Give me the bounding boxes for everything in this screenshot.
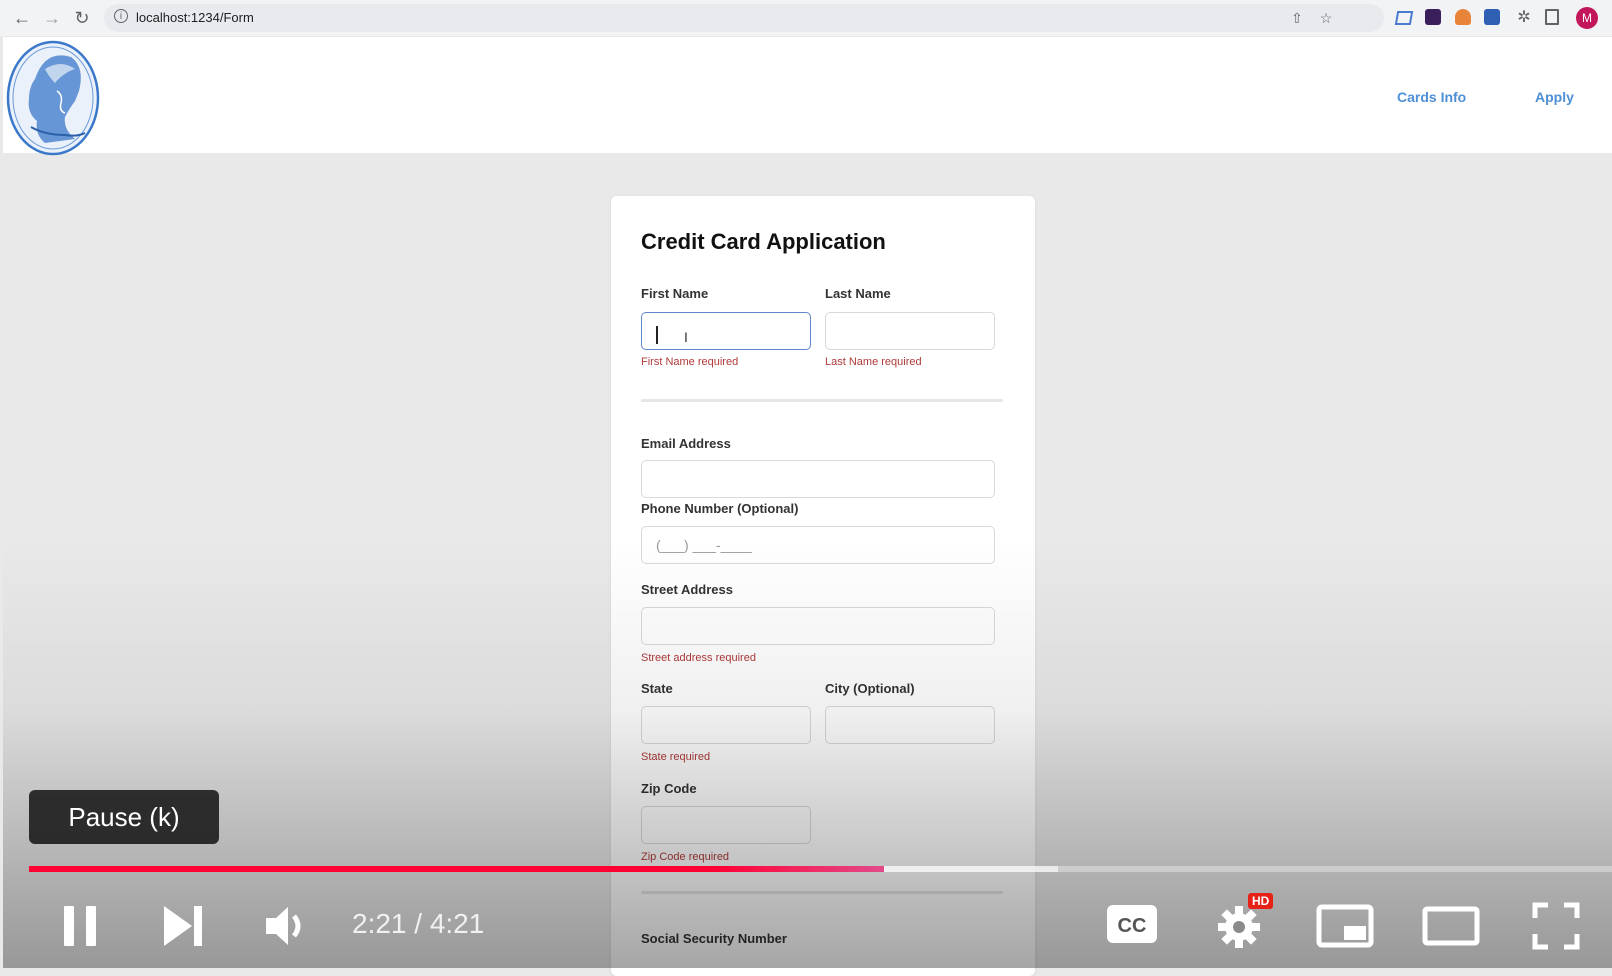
application-form-card: Credit Card Application First Name I Fir… xyxy=(611,196,1035,976)
last-name-label: Last Name xyxy=(825,286,891,301)
last-name-error: Last Name required xyxy=(825,356,922,368)
video-time: 2:21 / 4:21 xyxy=(352,908,485,939)
settings-gear-icon[interactable] xyxy=(1216,904,1262,950)
forward-arrow-icon[interactable]: → xyxy=(41,7,63,29)
side-panel-icon[interactable] xyxy=(1545,9,1559,25)
zip-label: Zip Code xyxy=(641,781,697,796)
extension-purple-icon[interactable] xyxy=(1425,9,1441,25)
pause-icon[interactable] xyxy=(60,902,100,950)
first-name-error: First Name required xyxy=(641,356,739,368)
extension-orange-icon[interactable] xyxy=(1455,9,1471,25)
progress-played xyxy=(29,866,884,872)
fullscreen-icon[interactable] xyxy=(1532,902,1580,950)
city-input[interactable] xyxy=(825,706,995,744)
browser-toolbar: ← → ↻ i localhost:1234/Form ⇧ ☆ ✲ M xyxy=(0,0,1612,36)
site-header: Cards Info Apply xyxy=(3,37,1612,156)
first-name-label: First Name xyxy=(641,286,709,301)
zip-input[interactable] xyxy=(641,806,811,844)
street-label: Street Address xyxy=(641,582,733,597)
text-caret xyxy=(656,326,658,344)
street-input[interactable] xyxy=(641,607,995,645)
extensions-puzzle-icon[interactable]: ✲ xyxy=(1513,7,1535,29)
state-error: State required xyxy=(641,751,711,763)
address-bar[interactable]: i localhost:1234/Form ⇧ ☆ xyxy=(104,4,1384,32)
site-info-icon[interactable]: i xyxy=(114,9,128,23)
street-error: Street address required xyxy=(641,652,756,664)
next-video-icon[interactable] xyxy=(160,904,206,948)
email-label: Email Address xyxy=(641,436,731,451)
phone-input[interactable] xyxy=(641,526,995,564)
nav-link-cards-info[interactable]: Cards Info xyxy=(1397,89,1466,105)
bookmark-star-icon[interactable]: ☆ xyxy=(1317,9,1335,27)
section-divider xyxy=(641,399,1003,402)
svg-text:CC: CC xyxy=(1118,915,1147,937)
state-input[interactable] xyxy=(641,706,811,744)
miniplayer-icon[interactable] xyxy=(1316,904,1374,948)
ibeam-cursor-icon: I xyxy=(684,329,688,345)
video-progress-bar[interactable] xyxy=(29,866,1612,872)
hd-badge: HD xyxy=(1248,893,1274,909)
nav-link-apply[interactable]: Apply xyxy=(1535,89,1574,105)
ssn-label: Social Security Number xyxy=(641,931,787,946)
extension-go-icon[interactable] xyxy=(1484,9,1500,25)
form-title: Credit Card Application xyxy=(641,229,886,254)
first-name-input[interactable] xyxy=(641,312,811,350)
theater-mode-icon[interactable] xyxy=(1422,906,1480,946)
section-divider-2 xyxy=(641,891,1003,894)
zip-error: Zip Code required xyxy=(641,851,730,863)
reload-icon[interactable]: ↻ xyxy=(71,7,93,29)
phone-label: Phone Number (Optional) xyxy=(641,501,799,516)
extension-drive-icon[interactable] xyxy=(1394,11,1414,25)
centurion-logo[interactable] xyxy=(5,39,101,157)
captions-icon[interactable]: CC xyxy=(1106,904,1158,944)
pause-tooltip: Pause (k) xyxy=(29,790,219,844)
page: Cards Info Apply Credit Card Application… xyxy=(3,37,1612,976)
last-name-input[interactable] xyxy=(825,312,995,350)
url-text: localhost:1234/Form xyxy=(136,10,254,25)
volume-icon[interactable] xyxy=(264,904,312,948)
back-arrow-icon[interactable]: ← xyxy=(11,7,33,29)
profile-avatar[interactable]: M xyxy=(1576,7,1598,29)
share-icon[interactable]: ⇧ xyxy=(1288,9,1306,27)
state-label: State xyxy=(641,681,673,696)
city-label: City (Optional) xyxy=(825,681,915,696)
email-input[interactable] xyxy=(641,460,995,498)
